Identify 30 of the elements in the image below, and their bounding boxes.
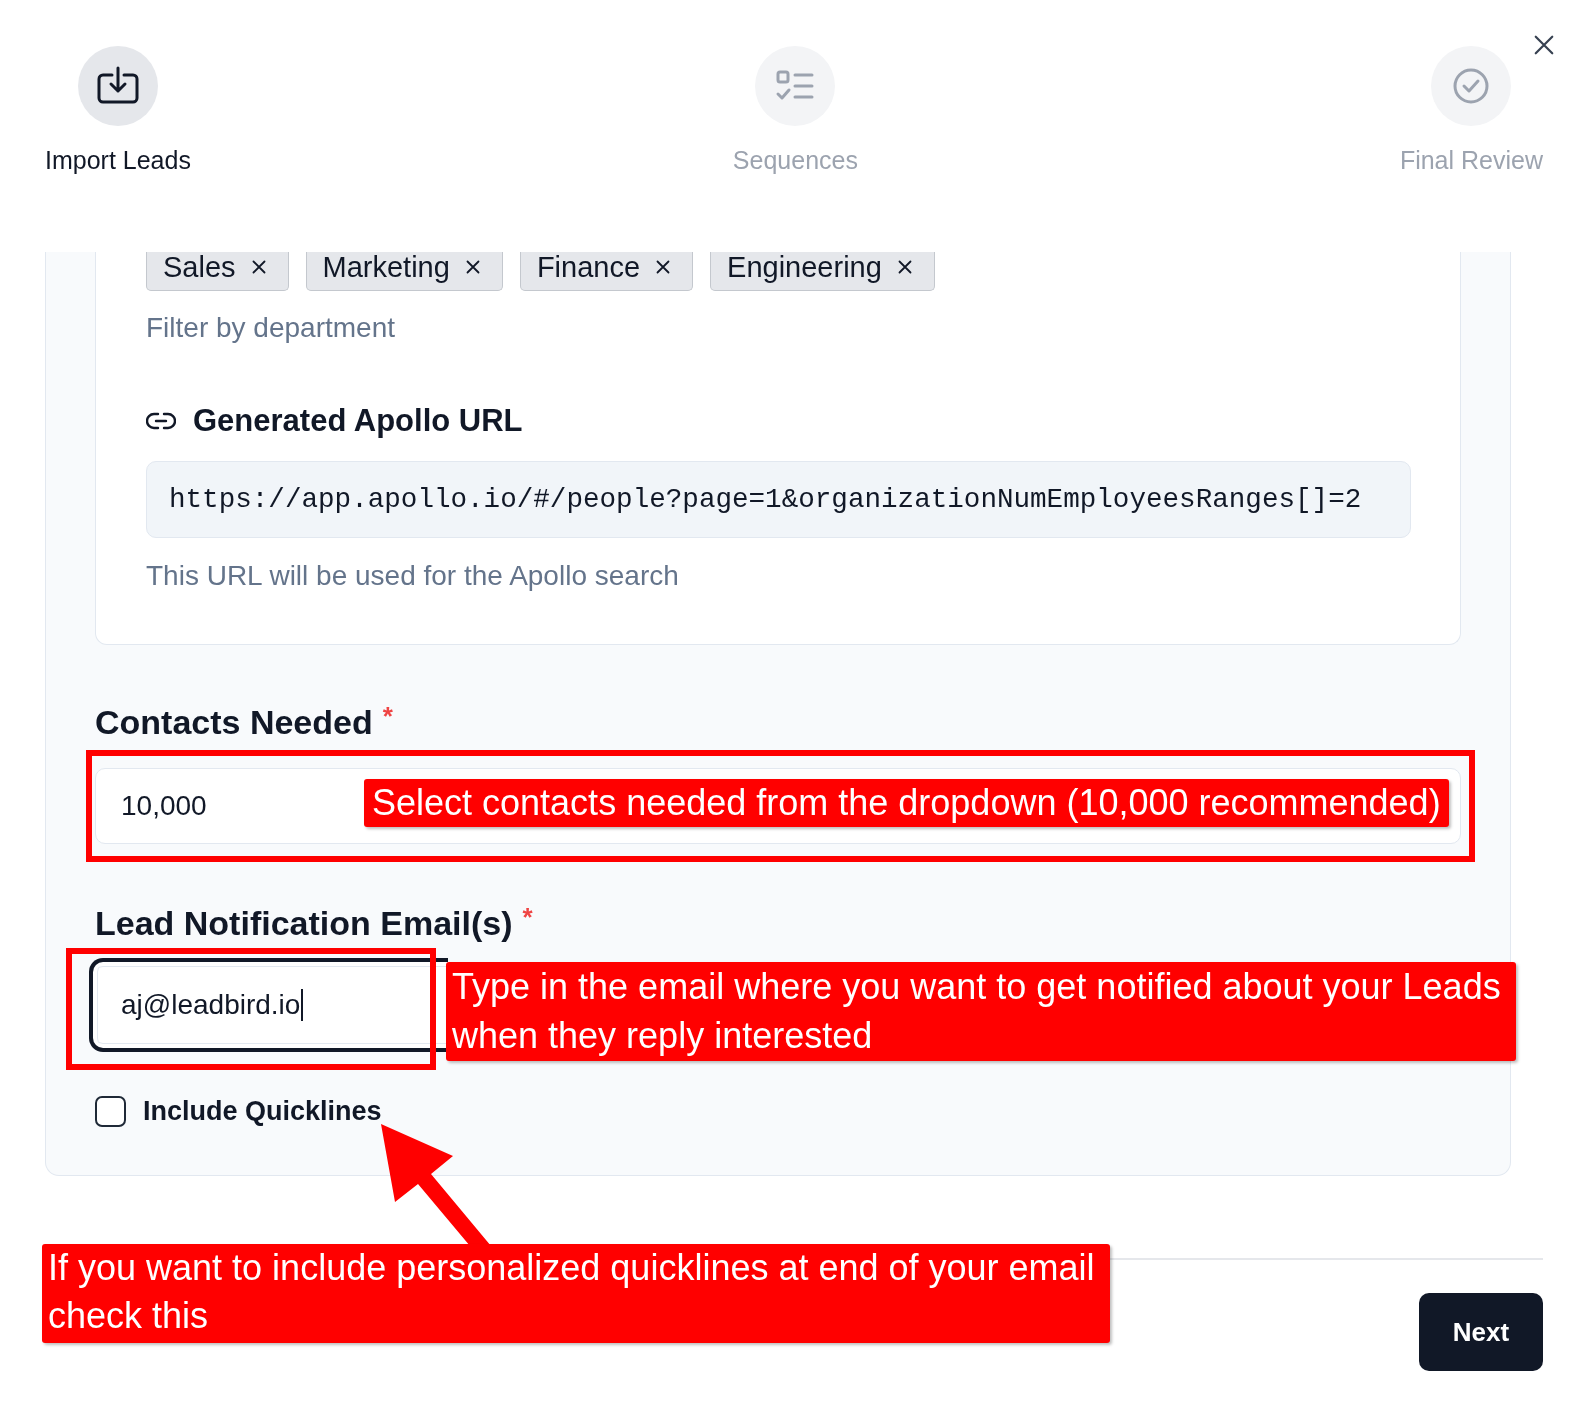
x-icon[interactable] [251,260,266,274]
annotation-callout: Type in the email where you want to get notified about your Leads when they reply interested [446,962,1516,1061]
required-mark: * [522,903,533,931]
step-label[interactable]: Import Leads [45,146,191,175]
check-circle-icon [1431,46,1512,126]
url-field[interactable]: https://app.apollo.io/#/people?page=1&organizationNumEmployeesRanges[]=2 [146,461,1411,538]
tag-label: Finance [536,251,641,283]
checkbox[interactable] [95,1095,126,1127]
checklist-icon [755,46,836,126]
tag-label: Sales [163,251,236,283]
text-cursor [301,989,304,1021]
section-heading: Generated Apollo URL [193,403,523,439]
help-text: Filter by department [146,312,396,344]
tag-label: Engineering [727,251,882,283]
help-text: This URL will be used for the Apollo search [146,560,680,592]
x-icon[interactable] [897,260,912,274]
required-mark: * [382,702,393,730]
field-label: Lead Notification Email(s) [95,903,513,943]
download-tray-icon [77,46,158,126]
link-icon [146,412,176,430]
tag-label: Marketing [322,251,450,283]
annotation-callout: If you want to include personalized quicklines at end of your email check this [42,1244,1110,1343]
x-icon[interactable] [465,260,480,274]
x-icon[interactable] [656,260,671,274]
email-field[interactable]: aj@leadbird.io [89,958,448,1052]
annotation-callout: Select contacts needed from the dropdown (10,000 recommended) [364,779,1449,827]
close-icon[interactable] [1533,34,1555,56]
next-button[interactable]: Next [1419,1293,1543,1371]
checkbox-label[interactable]: Include Quicklines [143,1095,382,1127]
field-label: Contacts Needed [95,702,373,742]
